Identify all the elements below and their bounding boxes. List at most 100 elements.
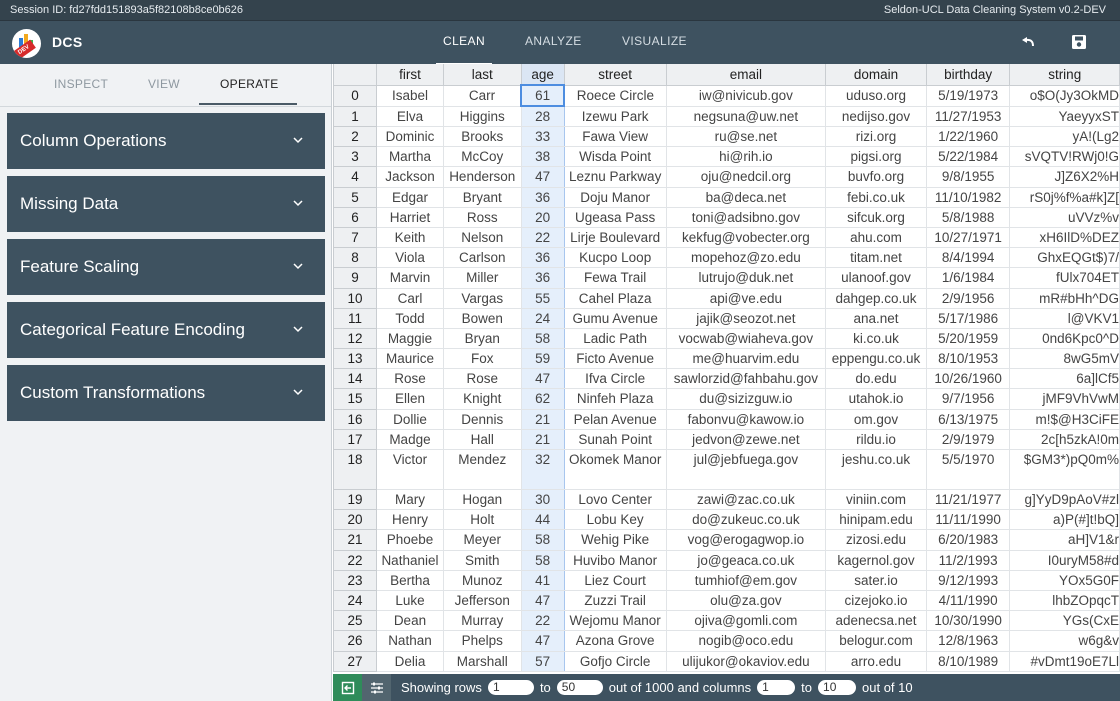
table-cell[interactable]: Hogan <box>442 488 522 511</box>
column-header[interactable]: birthday <box>925 64 1011 86</box>
table-cell[interactable]: Carlson <box>442 247 522 269</box>
table-cell[interactable]: dahgep.co.uk <box>825 287 927 309</box>
table-cell[interactable]: Knight <box>442 388 522 410</box>
filter-button[interactable] <box>362 674 391 701</box>
table-cell[interactable]: 59 <box>520 348 565 370</box>
table-cell[interactable]: zawi@zac.co.uk <box>665 488 827 511</box>
table-cell[interactable]: 28 <box>520 105 565 127</box>
table-cell[interactable]: Ifva Circle <box>563 368 667 390</box>
table-cell[interactable]: a)P(#]t!bQ] <box>1009 509 1120 531</box>
table-cell[interactable]: 11/21/1977 <box>925 488 1011 511</box>
table-cell[interactable]: 10/26/1960 <box>925 368 1011 390</box>
table-cell[interactable]: mopehoz@zo.edu <box>665 247 827 269</box>
table-cell[interactable]: 57 <box>520 650 565 672</box>
table-cell[interactable]: Rose <box>442 368 522 390</box>
table-row[interactable]: 10 Carl Vargas 55 Cahel Plaza api@ve.edu dahge… <box>333 287 1120 309</box>
table-cell[interactable]: Maggie <box>376 327 444 350</box>
table-cell[interactable]: Kucpo Loop <box>563 247 667 269</box>
table-cell[interactable]: 2/9/1979 <box>925 428 1011 451</box>
table-cell[interactable]: sater.io <box>825 569 927 591</box>
table-cell[interactable]: Lobu Key <box>563 509 667 531</box>
table-cell[interactable]: do.edu <box>825 368 927 390</box>
table-cell[interactable]: api@ve.edu <box>665 287 827 309</box>
table-cell[interactable]: J]Z6X2%H <box>1009 166 1120 188</box>
table-cell[interactable]: Keith <box>376 226 444 249</box>
table-row[interactable]: 21 Phoebe Meyer 58 Wehig Pike vog@erogagwop.i… <box>333 529 1120 551</box>
table-cell[interactable]: eppengu.co.uk <box>825 348 927 370</box>
table-cell[interactable]: do@zukeuc.co.uk <box>665 509 827 531</box>
table-cell[interactable]: febi.co.uk <box>825 186 927 208</box>
table-cell[interactable]: me@huarvim.edu <box>665 348 827 370</box>
table-cell[interactable]: Fewa Trail <box>563 267 667 289</box>
table-cell[interactable]: 44 <box>520 509 565 531</box>
table-cell[interactable]: vog@erogagwop.io <box>665 529 827 551</box>
table-row[interactable]: 15 Ellen Knight 62 Ninfeh Plaza du@sizizguw.i… <box>333 388 1120 410</box>
table-cell[interactable]: Edgar <box>376 186 444 208</box>
table-cell[interactable]: kagernol.gov <box>825 549 927 571</box>
tab-clean[interactable]: CLEAN <box>435 34 493 65</box>
table-cell[interactable]: GhxEQGt$)7/ <box>1009 247 1120 269</box>
table-cell[interactable]: 10/27/1971 <box>925 226 1011 249</box>
table-cell[interactable]: 5/8/1988 <box>925 206 1011 228</box>
tab-view[interactable]: VIEW <box>148 77 180 91</box>
table-cell[interactable]: nogib@oco.edu <box>665 630 827 652</box>
table-cell[interactable]: Sunah Point <box>563 428 667 451</box>
column-header[interactable]: last <box>442 64 522 86</box>
table-cell[interactable]: Rose <box>376 368 444 390</box>
table-cell[interactable]: olu@za.gov <box>665 589 827 612</box>
table-row[interactable]: 9 Marvin Miller 36 Fewa Trail lutrujo@duk.net… <box>333 267 1120 289</box>
table-cell[interactable]: kekfug@vobecter.org <box>665 226 827 249</box>
table-cell[interactable]: 20 <box>520 206 565 228</box>
table-cell[interactable]: YGs(CxE <box>1009 610 1120 632</box>
table-cell[interactable]: 61 <box>520 84 566 107</box>
table-cell[interactable]: Lirje Boulevard <box>563 226 667 249</box>
table-cell[interactable]: Gofjo Circle <box>563 650 667 672</box>
table-cell[interactable]: Delia <box>376 650 444 672</box>
dcs-logo[interactable]: DEV <box>12 29 41 58</box>
table-cell[interactable]: sifcuk.org <box>825 206 927 228</box>
table-cell[interactable]: tumhiof@em.gov <box>665 569 827 591</box>
table-cell[interactable]: 11/2/1993 <box>925 549 1011 571</box>
table-cell[interactable]: 33 <box>520 125 565 148</box>
table-cell[interactable]: o$O(Jy3OkMD <box>1009 84 1120 107</box>
table-cell[interactable]: Wisda Point <box>563 146 667 168</box>
table-cell[interactable]: rildu.io <box>825 428 927 451</box>
table-row[interactable]: 2 Dominic Brooks 33 Fawa View ru@se.net rizi.o… <box>333 125 1120 148</box>
table-cell[interactable]: 47 <box>520 589 565 612</box>
table-cell[interactable]: 6a]lCf5 <box>1009 368 1120 390</box>
table-cell[interactable]: 47 <box>520 368 565 390</box>
table-cell[interactable]: 30 <box>520 488 565 511</box>
table-cell[interactable]: 6/20/1983 <box>925 529 1011 551</box>
table-cell[interactable]: Izewu Park <box>563 105 667 127</box>
table-cell[interactable]: fabonvu@kawow.io <box>665 408 827 430</box>
table-cell[interactable]: oju@nedcil.org <box>665 166 827 188</box>
table-cell[interactable]: xH6IlD%DEZ <box>1009 226 1120 249</box>
table-cell[interactable]: rizi.org <box>825 125 927 148</box>
table-cell[interactable]: Murray <box>442 610 522 632</box>
table-cell[interactable]: 47 <box>520 630 565 652</box>
table-cell[interactable]: jajik@seozot.net <box>665 307 827 329</box>
column-header[interactable]: street <box>563 64 667 86</box>
table-cell[interactable]: Dollie <box>376 408 444 430</box>
table-cell[interactable]: iw@nivicub.gov <box>665 84 827 107</box>
table-cell[interactable]: Mendez <box>442 449 522 490</box>
table-cell[interactable]: Huvibo Manor <box>563 549 667 571</box>
table-cell[interactable]: 2/9/1956 <box>925 287 1011 309</box>
table-cell[interactable]: Harriet <box>376 206 444 228</box>
table-cell[interactable]: Henry <box>376 509 444 531</box>
table-row[interactable]: 7 Keith Nelson 22 Lirje Boulevard kekfug@vobe… <box>333 226 1120 249</box>
table-row[interactable]: 23 Bertha Munoz 41 Liez Court tumhiof@em.gov s… <box>333 569 1120 591</box>
panel-feature-scaling[interactable]: Feature Scaling <box>7 239 325 295</box>
table-cell[interactable]: Azona Grove <box>563 630 667 652</box>
table-row[interactable]: 19 Mary Hogan 30 Lovo Center zawi@zac.co.uk vi… <box>333 488 1120 511</box>
table-cell[interactable]: viniin.com <box>825 488 927 511</box>
table-cell[interactable]: Wejomu Manor <box>563 610 667 632</box>
table-cell[interactable]: utahok.io <box>825 388 927 410</box>
table-cell[interactable]: mR#bHh^DG <box>1009 287 1120 309</box>
table-cell[interactable]: Carr <box>442 84 522 107</box>
undo-icon[interactable] <box>1017 32 1037 52</box>
table-cell[interactable]: 5/5/1970 <box>925 449 1011 490</box>
table-cell[interactable]: 8/10/1953 <box>925 348 1011 370</box>
column-header[interactable]: first <box>376 64 444 86</box>
table-cell[interactable]: Pelan Avenue <box>563 408 667 430</box>
